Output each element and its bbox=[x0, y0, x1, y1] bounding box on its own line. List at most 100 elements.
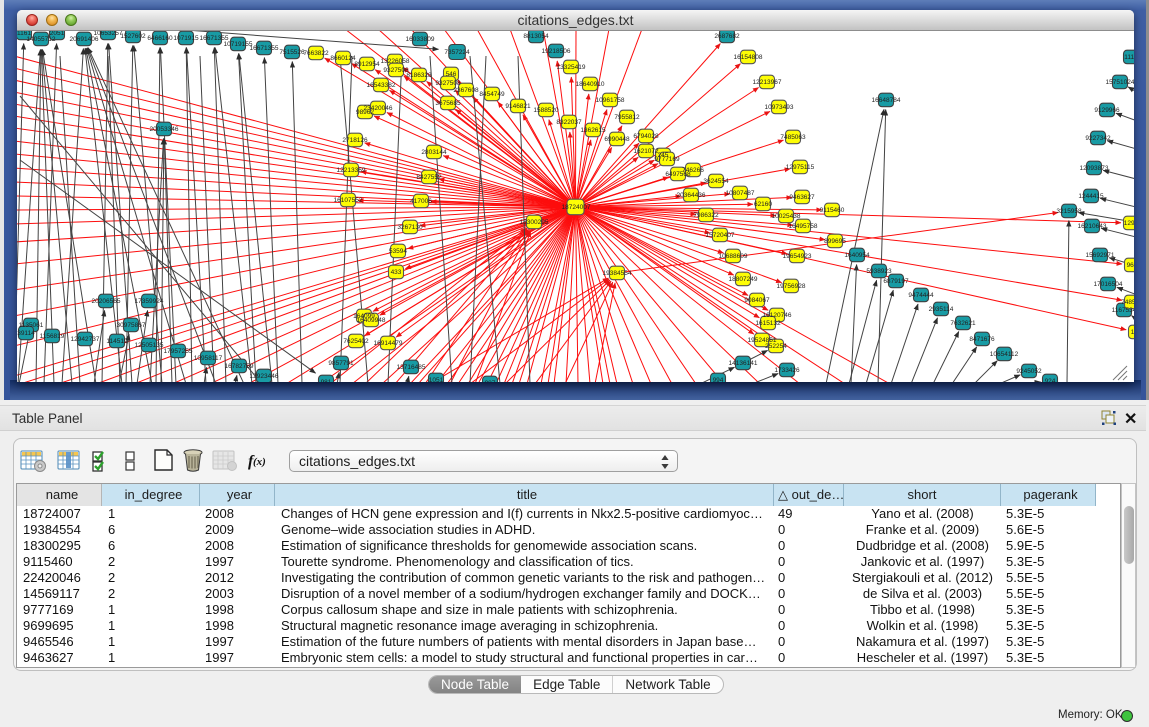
svg-text:20053346: 20053346 bbox=[150, 126, 179, 133]
svg-text:18807249: 18807249 bbox=[729, 276, 758, 283]
svg-text:1244415: 1244415 bbox=[1078, 193, 1104, 200]
svg-text:13325419: 13325419 bbox=[557, 64, 586, 71]
svg-text:1051: 1051 bbox=[429, 377, 444, 382]
svg-text:6794028: 6794028 bbox=[633, 133, 659, 140]
svg-text:17359924: 17359924 bbox=[135, 298, 164, 305]
svg-text:1733426: 1733426 bbox=[774, 367, 800, 374]
svg-text:62160: 62160 bbox=[754, 201, 772, 208]
svg-text:8186328: 8186328 bbox=[406, 72, 432, 79]
svg-text:2935114: 2935114 bbox=[929, 306, 954, 313]
svg-text:3675685: 3675685 bbox=[435, 100, 461, 107]
svg-text:1621072: 1621072 bbox=[633, 148, 659, 155]
svg-text:9129966: 9129966 bbox=[1094, 107, 1120, 114]
svg-text:18300295: 18300295 bbox=[520, 219, 549, 226]
svg-text:6466160: 6466160 bbox=[147, 35, 173, 42]
svg-text:16120746: 16120746 bbox=[763, 312, 792, 319]
svg-text:433: 433 bbox=[391, 269, 402, 276]
svg-text:10654112: 10654112 bbox=[990, 351, 1019, 358]
svg-text:7986322: 7986322 bbox=[693, 212, 719, 219]
svg-text:16210643: 16210643 bbox=[1078, 223, 1107, 230]
svg-text:12975115: 12975115 bbox=[786, 164, 815, 171]
svg-text:9777169: 9777169 bbox=[654, 156, 680, 163]
svg-text:12942737: 12942737 bbox=[71, 336, 100, 343]
svg-text:2051: 2051 bbox=[50, 31, 65, 37]
svg-text:9463627: 9463627 bbox=[789, 194, 815, 201]
svg-text:15692971: 15692971 bbox=[1086, 252, 1115, 259]
svg-text:2367608: 2367608 bbox=[453, 87, 479, 94]
svg-text:8912954: 8912954 bbox=[354, 61, 380, 68]
svg-text:17016504: 17016504 bbox=[1094, 281, 1123, 288]
svg-text:16495758: 16495758 bbox=[789, 223, 818, 230]
svg-text:7485063: 7485063 bbox=[780, 134, 806, 141]
svg-text:924: 924 bbox=[1045, 378, 1056, 382]
svg-text:1362615: 1362615 bbox=[580, 127, 606, 134]
svg-text:9327508: 9327508 bbox=[435, 80, 461, 87]
svg-text:164: 164 bbox=[1131, 329, 1134, 336]
svg-text:53594: 53594 bbox=[389, 248, 407, 255]
svg-text:1071915: 1071915 bbox=[173, 35, 199, 42]
svg-text:9084067: 9084067 bbox=[744, 297, 770, 304]
svg-text:20364436: 20364436 bbox=[677, 192, 706, 199]
svg-text:1117: 1117 bbox=[1124, 54, 1134, 61]
svg-text:7625402: 7625402 bbox=[343, 338, 369, 345]
svg-text:9227342: 9227342 bbox=[1085, 135, 1111, 142]
svg-text:19218506: 19218506 bbox=[542, 48, 571, 55]
svg-text:39114: 39114 bbox=[17, 330, 35, 337]
svg-text:7663822: 7663822 bbox=[303, 50, 329, 57]
svg-text:30975867: 30975867 bbox=[117, 322, 146, 329]
svg-text:19756928: 19756928 bbox=[777, 283, 806, 290]
svg-text:3267130: 3267130 bbox=[397, 224, 423, 231]
svg-text:1297: 1297 bbox=[1124, 220, 1134, 227]
svg-text:23420046: 23420046 bbox=[364, 105, 393, 112]
svg-text:7632621: 7632621 bbox=[950, 320, 976, 327]
svg-text:16671355: 16671355 bbox=[250, 45, 279, 52]
svg-text:16409948: 16409948 bbox=[357, 317, 386, 324]
svg-text:8454749: 8454749 bbox=[479, 91, 505, 98]
svg-text:748500: 748500 bbox=[1121, 299, 1134, 306]
svg-text:2718126: 2718126 bbox=[342, 137, 368, 144]
svg-text:5938923: 5938923 bbox=[866, 268, 892, 275]
svg-text:899695: 899695 bbox=[824, 238, 846, 245]
svg-text:981: 981 bbox=[321, 379, 332, 382]
svg-text:9327506: 9327506 bbox=[383, 67, 409, 74]
svg-text:16648784: 16648784 bbox=[872, 97, 901, 104]
svg-text:16782759: 16782759 bbox=[225, 363, 254, 370]
svg-text:7955812: 7955812 bbox=[614, 114, 640, 121]
svg-text:746266: 746266 bbox=[682, 167, 704, 174]
svg-text:8427552: 8427552 bbox=[416, 174, 442, 181]
svg-text:8471676: 8471676 bbox=[969, 336, 995, 343]
svg-text:546: 546 bbox=[446, 71, 457, 78]
svg-text:987: 987 bbox=[485, 380, 496, 382]
svg-text:9857791: 9857791 bbox=[328, 360, 354, 367]
svg-text:20206565: 20206565 bbox=[92, 298, 121, 305]
svg-text:18640910: 18640910 bbox=[576, 81, 605, 88]
svg-text:19384554: 19384554 bbox=[603, 270, 632, 277]
svg-text:1640954: 1640954 bbox=[844, 252, 870, 259]
svg-text:12923446: 12923446 bbox=[250, 373, 279, 380]
svg-text:12213967: 12213967 bbox=[753, 79, 782, 86]
svg-text:16543382: 16543382 bbox=[367, 82, 396, 89]
svg-text:18724007: 18724007 bbox=[562, 204, 591, 211]
svg-text:6879197: 6879197 bbox=[883, 278, 909, 285]
svg-text:13226058: 13226058 bbox=[381, 58, 410, 65]
svg-text:1588520: 1588520 bbox=[533, 107, 559, 114]
svg-text:3624554: 3624554 bbox=[703, 178, 729, 185]
svg-text:10653257: 10653257 bbox=[94, 31, 123, 37]
svg-text:2687682: 2687682 bbox=[714, 33, 740, 40]
svg-text:12213369: 12213369 bbox=[337, 167, 366, 174]
svg-text:9245052: 9245052 bbox=[1016, 368, 1042, 375]
svg-text:1167534: 1167534 bbox=[1112, 307, 1134, 314]
svg-text:7357224: 7357224 bbox=[444, 49, 470, 56]
svg-text:9474444: 9474444 bbox=[908, 292, 934, 299]
svg-text:8813054: 8813054 bbox=[523, 33, 549, 40]
svg-text:14055712: 14055712 bbox=[27, 36, 56, 43]
svg-text:114519: 114519 bbox=[106, 338, 128, 345]
svg-text:1527602: 1527602 bbox=[120, 33, 146, 40]
svg-text:9115460: 9115460 bbox=[820, 207, 845, 214]
svg-text:14136141: 14136141 bbox=[729, 360, 758, 367]
svg-text:10958117: 10958117 bbox=[194, 355, 223, 362]
svg-text:964: 964 bbox=[1127, 262, 1134, 269]
svg-text:(x): (x) bbox=[253, 456, 266, 468]
svg-text:994: 994 bbox=[713, 377, 724, 382]
svg-text:12093873: 12093873 bbox=[1080, 165, 1109, 172]
